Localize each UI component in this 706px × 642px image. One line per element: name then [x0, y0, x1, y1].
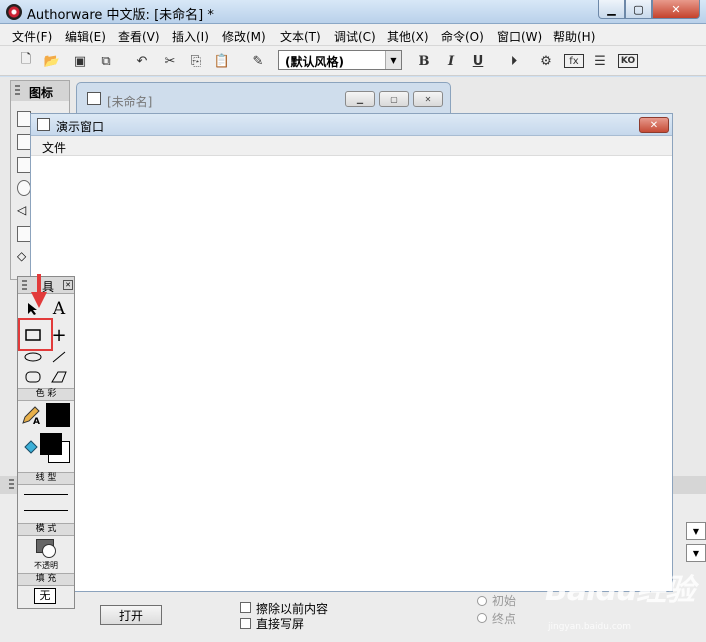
new-file-icon[interactable]: 🗋 — [16, 51, 36, 71]
title-bar: Authorware 中文版: [未命名] * ▁ ▢ ✕ — [0, 0, 706, 24]
direct-to-screen-checkbox[interactable] — [240, 618, 251, 629]
menu-debug[interactable]: 调试(C) — [334, 28, 376, 45]
grip-icon[interactable] — [15, 85, 20, 97]
motion-icon[interactable] — [17, 134, 31, 150]
line-style-option[interactable] — [24, 510, 68, 511]
fill-section-label: 填 充 — [18, 573, 74, 586]
copy-icon[interactable]: ⎘ — [186, 51, 206, 71]
menu-window[interactable]: 窗口(W) — [497, 28, 542, 45]
flowline-title: [未命名] — [107, 95, 153, 109]
underline-button[interactable]: U — [468, 51, 488, 71]
open-file-icon[interactable]: 📂 — [42, 51, 62, 71]
framework-icon[interactable] — [17, 226, 31, 242]
flow-maximize-button[interactable]: ▢ — [379, 91, 409, 107]
erase-previous-checkbox[interactable] — [240, 602, 251, 613]
presentation-window-icon — [37, 118, 50, 131]
fill-foreground-swatch[interactable] — [40, 433, 62, 455]
erase-icon[interactable] — [17, 157, 31, 173]
style-value: (默认风格) — [285, 55, 344, 69]
line-style-section-label: 线 型 — [18, 472, 74, 485]
red-arrow-icon — [31, 274, 47, 308]
chevron-down-icon[interactable]: ▼ — [686, 522, 706, 540]
pencil-icon: A — [20, 405, 42, 425]
decision-icon[interactable]: ◇ — [17, 249, 31, 265]
icon-palette-title: 图标 — [29, 86, 54, 100]
menu-file[interactable]: 文件(F) — [12, 28, 52, 45]
chevron-down-icon[interactable]: ▼ — [385, 51, 401, 69]
line-style-thin[interactable] — [24, 494, 68, 495]
menu-command[interactable]: 命令(O) — [441, 28, 484, 45]
baidu-watermark: Baidu经验 — [545, 573, 695, 608]
undo-icon[interactable]: ↶ — [132, 51, 152, 71]
menu-text[interactable]: 文本(T) — [280, 28, 321, 45]
menu-insert[interactable]: 插入(I) — [172, 28, 209, 45]
presentation-title-bar: 演示窗口 ✕ — [31, 114, 672, 136]
radio-start[interactable] — [477, 596, 487, 606]
presentation-close-button[interactable]: ✕ — [639, 117, 669, 133]
menu-edit[interactable]: 编辑(E) — [65, 28, 106, 45]
radio-end-label: 终点 — [492, 612, 517, 626]
grip-icon[interactable] — [22, 280, 27, 291]
run-icon[interactable]: ⏵ — [504, 51, 524, 71]
toolbar: 🗋 📂 ▣ ⧉ ↶ ✂ ⎘ 📋 ✎ (默认风格) ▼ B I U ⏵ ⚙ fx … — [0, 46, 706, 76]
radio-end[interactable] — [477, 613, 487, 623]
navigate-icon[interactable]: ◁ — [17, 203, 31, 219]
open-button[interactable]: 打开 — [100, 605, 162, 625]
chevron-down-icon[interactable]: ▼ — [686, 544, 706, 562]
menu-other[interactable]: 其他(X) — [387, 28, 429, 45]
line-color-swatch[interactable] — [46, 403, 70, 427]
style-dropdown[interactable]: (默认风格) ▼ — [278, 50, 402, 70]
tools-close-icon[interactable]: ✕ — [63, 280, 73, 290]
maximize-button[interactable]: ▢ — [625, 0, 652, 19]
color-section-label: 色 彩 — [18, 388, 74, 401]
text-tool-icon[interactable]: A — [48, 299, 70, 319]
flow-minimize-button[interactable]: ▁ — [345, 91, 375, 107]
presentation-menu-bar: 文件 — [31, 136, 672, 156]
baidu-watermark-url: jingyan.baidu.com — [548, 622, 632, 632]
presentation-window: 演示窗口 ✕ 文件 — [30, 113, 673, 592]
display-icon[interactable] — [17, 111, 31, 127]
variables-icon[interactable]: ☰ — [590, 51, 610, 71]
menu-view[interactable]: 查看(V) — [118, 28, 160, 45]
close-button[interactable]: ✕ — [652, 0, 700, 19]
save-all-icon[interactable]: ▣ — [70, 51, 90, 71]
mode-circle-icon — [42, 544, 56, 558]
flow-close-button[interactable]: ✕ — [413, 91, 443, 107]
icon-palette-header[interactable]: 图标 — [11, 81, 69, 101]
menu-bar: 文件(F) 编辑(E) 查看(V) 插入(I) 修改(M) 文本(T) 调试(C… — [0, 24, 706, 46]
paste-icon[interactable]: 📋 — [212, 51, 232, 71]
import-icon[interactable]: ⧉ — [96, 51, 116, 71]
authorware-app-icon — [6, 4, 22, 20]
knowledge-objects-icon[interactable]: KO — [618, 54, 638, 68]
mode-section-label: 模 式 — [18, 523, 74, 536]
file-icon — [87, 92, 101, 105]
wait-icon[interactable] — [17, 180, 31, 196]
direct-to-screen-label: 直接写屏 — [256, 617, 305, 631]
highlight-box — [18, 318, 53, 351]
window-title: Authorware 中文版: [未命名] * — [27, 8, 214, 23]
polygon-tool-icon[interactable] — [48, 367, 70, 387]
fill-none-swatch[interactable]: 无 — [34, 588, 56, 604]
minimize-button[interactable]: ▁ — [598, 0, 625, 19]
menu-help[interactable]: 帮助(H) — [553, 28, 595, 45]
grip-icon[interactable] — [9, 479, 14, 491]
mode-label: 不透明 — [34, 561, 58, 570]
find-icon[interactable]: ✎ — [248, 51, 268, 71]
cut-icon[interactable]: ✂ — [160, 51, 180, 71]
italic-button[interactable]: I — [441, 51, 461, 71]
paint-bucket-icon — [20, 437, 42, 457]
svg-text:A: A — [33, 417, 40, 425]
presentation-title: 演示窗口 — [56, 120, 105, 134]
control-panel-icon[interactable]: ⚙ — [536, 51, 556, 71]
bold-button[interactable]: B — [414, 51, 434, 71]
menu-modify[interactable]: 修改(M) — [222, 28, 266, 45]
functions-icon[interactable]: fx — [564, 54, 584, 68]
radio-start-label: 初始 — [492, 594, 517, 608]
rounded-rect-tool-icon[interactable] — [22, 367, 44, 387]
presentation-menu-file[interactable]: 文件 — [42, 139, 66, 156]
